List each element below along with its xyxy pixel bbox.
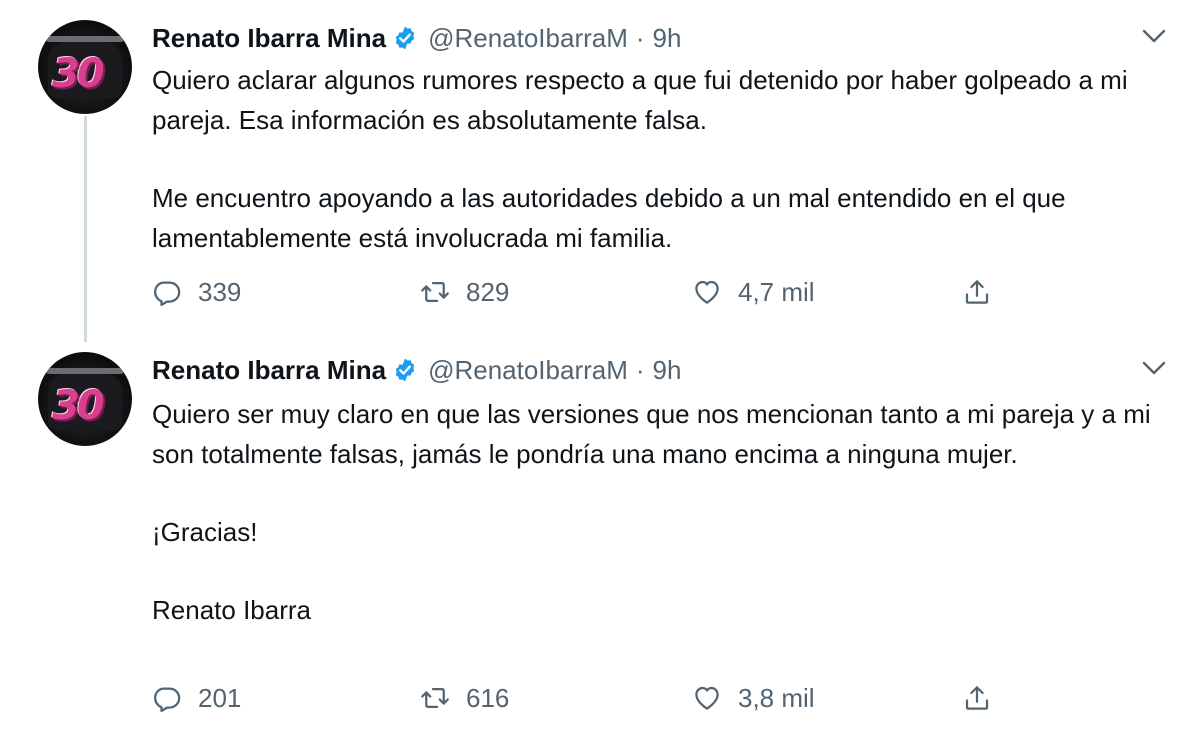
tweet-header: Renato Ibarra Mina @RenatoIbarraM · 9h <box>152 18 681 58</box>
like-count: 3,8 mil <box>738 682 815 713</box>
reply-icon <box>154 281 181 306</box>
retweet-count: 829 <box>466 276 510 307</box>
author-name[interactable]: Renato Ibarra Mina <box>152 23 386 54</box>
tweet-actions: 201 616 3,8 mil <box>152 678 1012 718</box>
retweet-icon <box>421 282 449 302</box>
retweet-count: 616 <box>466 682 510 713</box>
retweet-button[interactable]: 829 <box>420 272 509 312</box>
tweet-actions: 339 829 4,7 mil <box>152 272 1012 312</box>
share-icon <box>965 686 989 710</box>
like-count: 4,7 mil <box>738 276 815 307</box>
share-icon <box>965 280 989 304</box>
verified-badge-icon <box>395 26 415 50</box>
tweet[interactable]: 30 Renato Ibarra Mina @RenatoIbarraM · 9… <box>0 338 1200 734</box>
reply-count: 339 <box>198 276 242 307</box>
tweet-paragraph: Quiero ser muy claro en que las versione… <box>152 399 1151 469</box>
author-name[interactable]: Renato Ibarra Mina <box>152 355 386 386</box>
heart-icon <box>695 280 719 304</box>
separator-dot: · <box>635 22 645 53</box>
verified-badge-icon <box>395 358 415 382</box>
tweet-text: Quiero ser muy claro en que las versione… <box>152 394 1162 630</box>
author-handle[interactable]: @RenatoIbarraM <box>428 23 628 54</box>
author-handle[interactable]: @RenatoIbarraM <box>428 355 628 386</box>
tweet[interactable]: 30 Renato Ibarra Mina @RenatoIbarraM · 9… <box>0 0 1200 338</box>
retweet-icon <box>421 688 449 708</box>
chevron-down-icon[interactable] <box>1140 26 1168 46</box>
tweet-paragraph: ¡Gracias! <box>152 517 258 547</box>
separator-dot: · <box>635 354 645 385</box>
avatar-stripe <box>46 36 124 42</box>
reply-button[interactable]: 339 <box>152 272 241 312</box>
timestamp[interactable]: 9h <box>653 23 682 54</box>
chevron-down-icon[interactable] <box>1140 358 1168 378</box>
tweet-thread: 30 Renato Ibarra Mina @RenatoIbarraM · 9… <box>0 0 1200 734</box>
reply-count: 201 <box>198 682 242 713</box>
tweet-text: Quiero aclarar algunos rumores respecto … <box>152 60 1162 258</box>
reply-icon <box>154 687 181 712</box>
tweet-header: Renato Ibarra Mina @RenatoIbarraM · 9h <box>152 350 681 390</box>
timestamp[interactable]: 9h <box>653 355 682 386</box>
retweet-button[interactable]: 616 <box>420 678 509 718</box>
tweet-paragraph: Renato Ibarra <box>152 595 311 625</box>
avatar[interactable]: 30 <box>38 352 132 446</box>
tweet-paragraph: Me encuentro apoyando a las autoridades … <box>152 183 1066 253</box>
like-button[interactable]: 3,8 mil <box>692 678 815 718</box>
avatar[interactable]: 30 <box>38 20 132 114</box>
reply-button[interactable]: 201 <box>152 678 241 718</box>
heart-icon <box>695 686 719 710</box>
share-button[interactable] <box>962 678 992 718</box>
avatar-jersey-number: 30 <box>52 383 105 429</box>
like-button[interactable]: 4,7 mil <box>692 272 815 312</box>
tweet-paragraph: Quiero aclarar algunos rumores respecto … <box>152 65 1128 135</box>
avatar-stripe <box>46 368 124 374</box>
avatar-jersey-number: 30 <box>52 51 105 97</box>
share-button[interactable] <box>962 272 992 312</box>
